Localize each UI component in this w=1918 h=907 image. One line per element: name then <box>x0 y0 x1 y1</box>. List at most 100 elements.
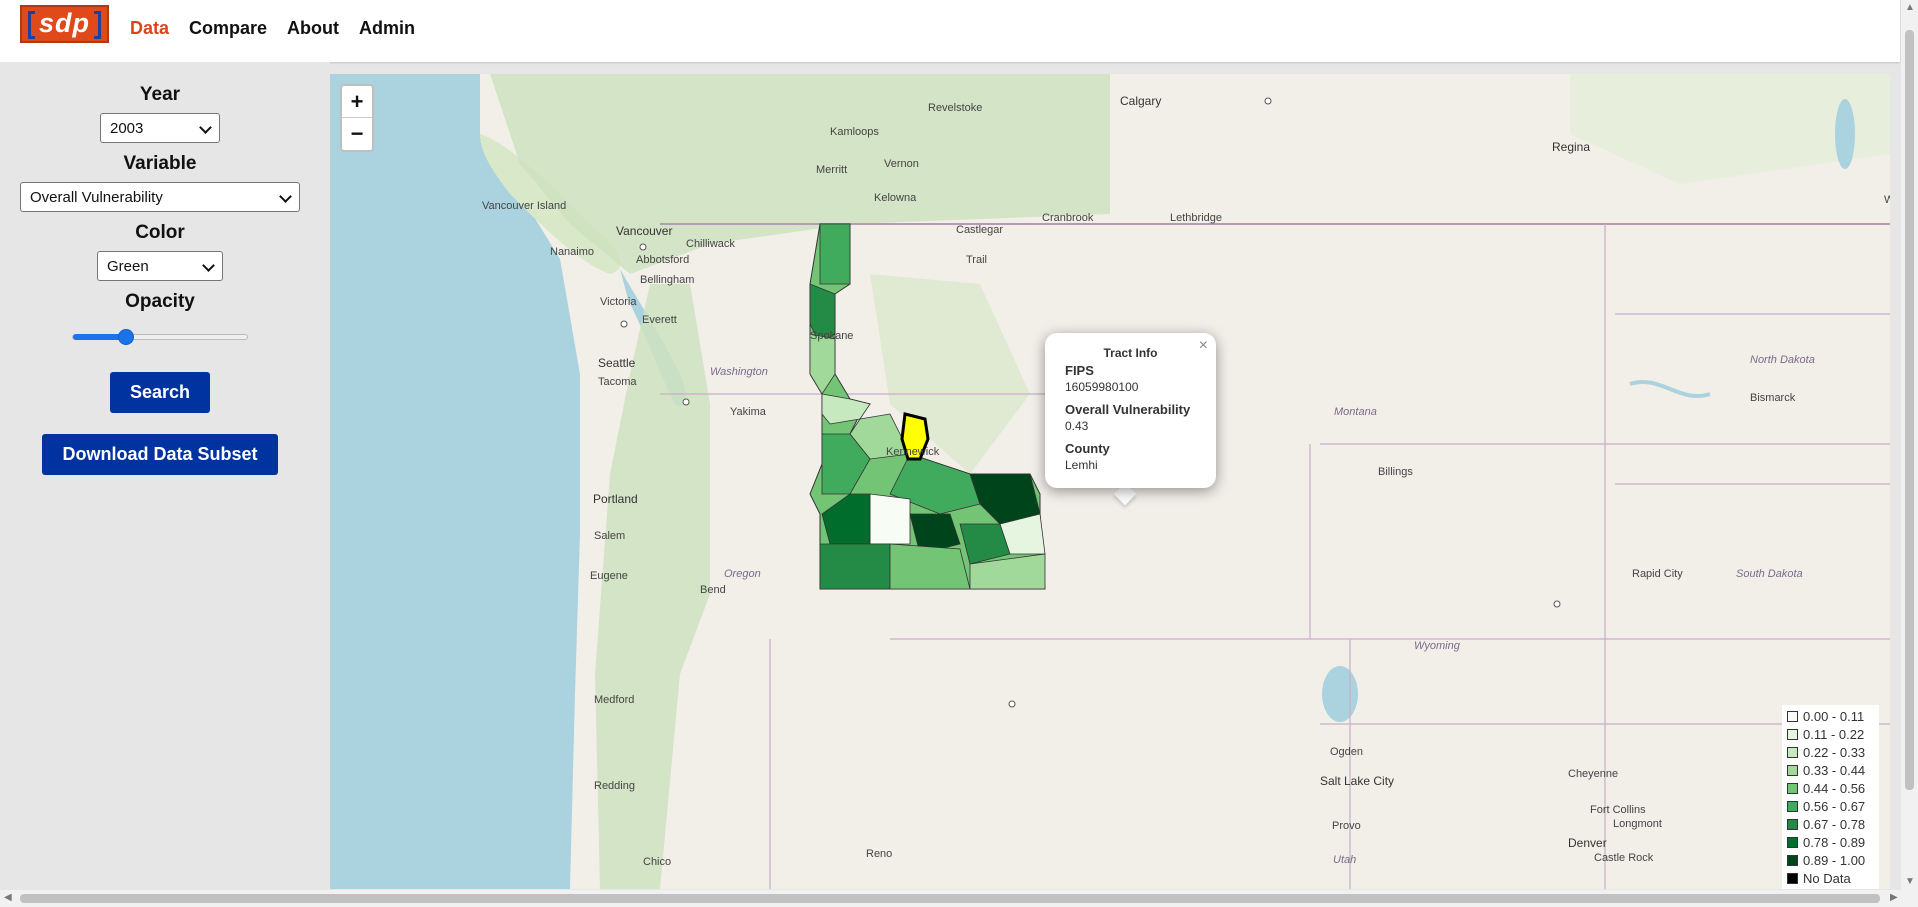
place-label: Castlegar <box>956 224 1004 236</box>
legend-swatch <box>1787 729 1798 740</box>
place-label: Bismarck <box>1750 392 1796 404</box>
sidebar: Year 2003 Variable Overall Vulnerability… <box>0 62 330 907</box>
legend-label: 0.56 - 0.67 <box>1803 799 1866 814</box>
chevron-down-icon <box>279 190 292 203</box>
place-label: Trail <box>966 254 987 266</box>
place-label: Nanaimo <box>550 246 595 258</box>
legend-swatch <box>1787 873 1798 884</box>
legend-label: No Data <box>1803 871 1851 886</box>
place-label: Provo <box>1332 820 1361 832</box>
place-label: Ogden <box>1330 746 1364 758</box>
place-label: Vernon <box>884 158 919 170</box>
vertical-scrollbar[interactable]: ▲ ▼ <box>1901 0 1918 890</box>
popup-fips-label: FIPS <box>1065 363 1094 378</box>
year-label: Year <box>139 84 181 105</box>
color-select[interactable]: Green <box>97 251 223 281</box>
horizontal-scrollbar[interactable]: ◀ ▶ <box>0 890 1918 907</box>
place-label: W <box>1884 194 1890 206</box>
place-label: Chilliwack <box>686 238 735 250</box>
legend-label: 0.67 - 0.78 <box>1803 817 1866 832</box>
tract-boundary[interactable] <box>819 543 891 590</box>
year-select-value: 2003 <box>110 120 144 137</box>
place-label: Everett <box>642 314 677 326</box>
vertical-scroll-thumb[interactable] <box>1905 30 1914 790</box>
legend-swatch <box>1787 783 1798 794</box>
place-label: Kennewick <box>886 446 940 458</box>
place-label: Portland <box>593 492 638 506</box>
scroll-down-arrow-icon[interactable]: ▼ <box>1905 876 1915 887</box>
legend-swatch <box>1787 801 1798 812</box>
tract-boundary[interactable] <box>869 493 911 545</box>
zoom-control: + − <box>340 84 374 152</box>
place-label: Bellingham <box>640 274 695 286</box>
place-label: Utah <box>1333 854 1357 866</box>
place-label: Tacoma <box>598 376 637 388</box>
nav-link-data[interactable]: Data <box>130 18 169 39</box>
popup-county-value: Lemhi <box>1065 458 1098 472</box>
sdp-logo[interactable]: sdp <box>20 5 109 43</box>
map-legend: 0.00 - 0.11 0.11 - 0.22 0.22 - 0.33 0.33 - … <box>1782 705 1879 889</box>
top-navbar: sdp Data Compare About Admin <box>0 0 1900 62</box>
great-salt-lake <box>1322 666 1358 722</box>
legend-label: 0.11 - 0.22 <box>1803 727 1865 742</box>
place-label: Denver <box>1568 836 1607 850</box>
legend-label: 0.78 - 0.89 <box>1803 835 1866 850</box>
nav-link-compare[interactable]: Compare <box>189 18 267 39</box>
variable-select-value: Overall Vulnerability <box>30 189 163 206</box>
legend-swatch <box>1787 819 1798 830</box>
download-data-subset-button[interactable]: Download Data Subset <box>42 434 278 475</box>
opacity-slider-handle[interactable] <box>117 329 134 345</box>
year-select[interactable]: 2003 <box>100 113 220 143</box>
chevron-down-icon <box>202 259 215 272</box>
color-select-value: Green <box>107 258 149 275</box>
variable-select[interactable]: Overall Vulnerability <box>20 182 300 212</box>
place-label: Oregon <box>724 568 761 580</box>
legend-label: 0.89 - 1.00 <box>1803 853 1866 868</box>
variable-label: Variable <box>123 153 197 174</box>
tract-boundary[interactable] <box>889 543 971 590</box>
place-label: Kamloops <box>830 126 879 138</box>
place-label: Salt Lake City <box>1320 774 1395 788</box>
place-label: Seattle <box>598 356 636 370</box>
tract-boundary[interactable] <box>819 223 851 285</box>
place-label: Calgary <box>1120 94 1162 108</box>
popup-variable-value: 0.43 <box>1065 419 1089 433</box>
place-label: Cranbrook <box>1042 212 1094 224</box>
tract-info-popup: × Tract Info FIPS 16059980100 Overall Vu… <box>1045 333 1216 488</box>
lake-sask <box>1835 99 1855 169</box>
place-label: Fort Collins <box>1590 804 1646 816</box>
place-label: Vancouver Island <box>482 200 567 212</box>
legend-label: 0.44 - 0.56 <box>1803 781 1866 796</box>
legend-label: 0.00 - 0.11 <box>1803 709 1865 724</box>
legend-swatch <box>1787 837 1798 848</box>
place-label: Revelstoke <box>928 102 983 114</box>
place-label: Longmont <box>1613 818 1662 830</box>
scroll-right-arrow-icon[interactable]: ▶ <box>1890 892 1898 903</box>
scroll-up-arrow-icon[interactable]: ▲ <box>1905 2 1915 13</box>
scroll-left-arrow-icon[interactable]: ◀ <box>4 892 12 903</box>
place-label: Bend <box>700 584 726 596</box>
nav-link-about[interactable]: About <box>287 18 339 39</box>
legend-swatch <box>1787 855 1798 866</box>
place-label: Castle Rock <box>1594 852 1654 864</box>
place-label: Victoria <box>600 296 637 308</box>
search-button[interactable]: Search <box>110 372 210 413</box>
horizontal-scroll-thumb[interactable] <box>20 894 1880 903</box>
legend-swatch <box>1787 711 1798 722</box>
place-label: Reno <box>866 848 893 860</box>
zoom-out-button[interactable]: − <box>342 117 372 149</box>
place-label: Yakima <box>730 406 766 418</box>
nav-link-admin[interactable]: Admin <box>359 18 415 39</box>
place-label: Billings <box>1378 466 1413 478</box>
color-label: Color <box>135 222 185 243</box>
zoom-in-button[interactable]: + <box>342 86 372 117</box>
legend-label: 0.22 - 0.33 <box>1803 745 1866 760</box>
place-label: Merritt <box>816 164 848 176</box>
place-label: Vancouver <box>616 224 673 238</box>
opacity-slider[interactable] <box>72 329 248 345</box>
place-label: Chico <box>643 856 672 868</box>
place-label: Wyoming <box>1414 640 1460 652</box>
popup-variable-label: Overall Vulnerability <box>1065 402 1191 417</box>
chevron-down-icon <box>199 121 212 134</box>
place-label: South Dakota <box>1736 568 1803 580</box>
